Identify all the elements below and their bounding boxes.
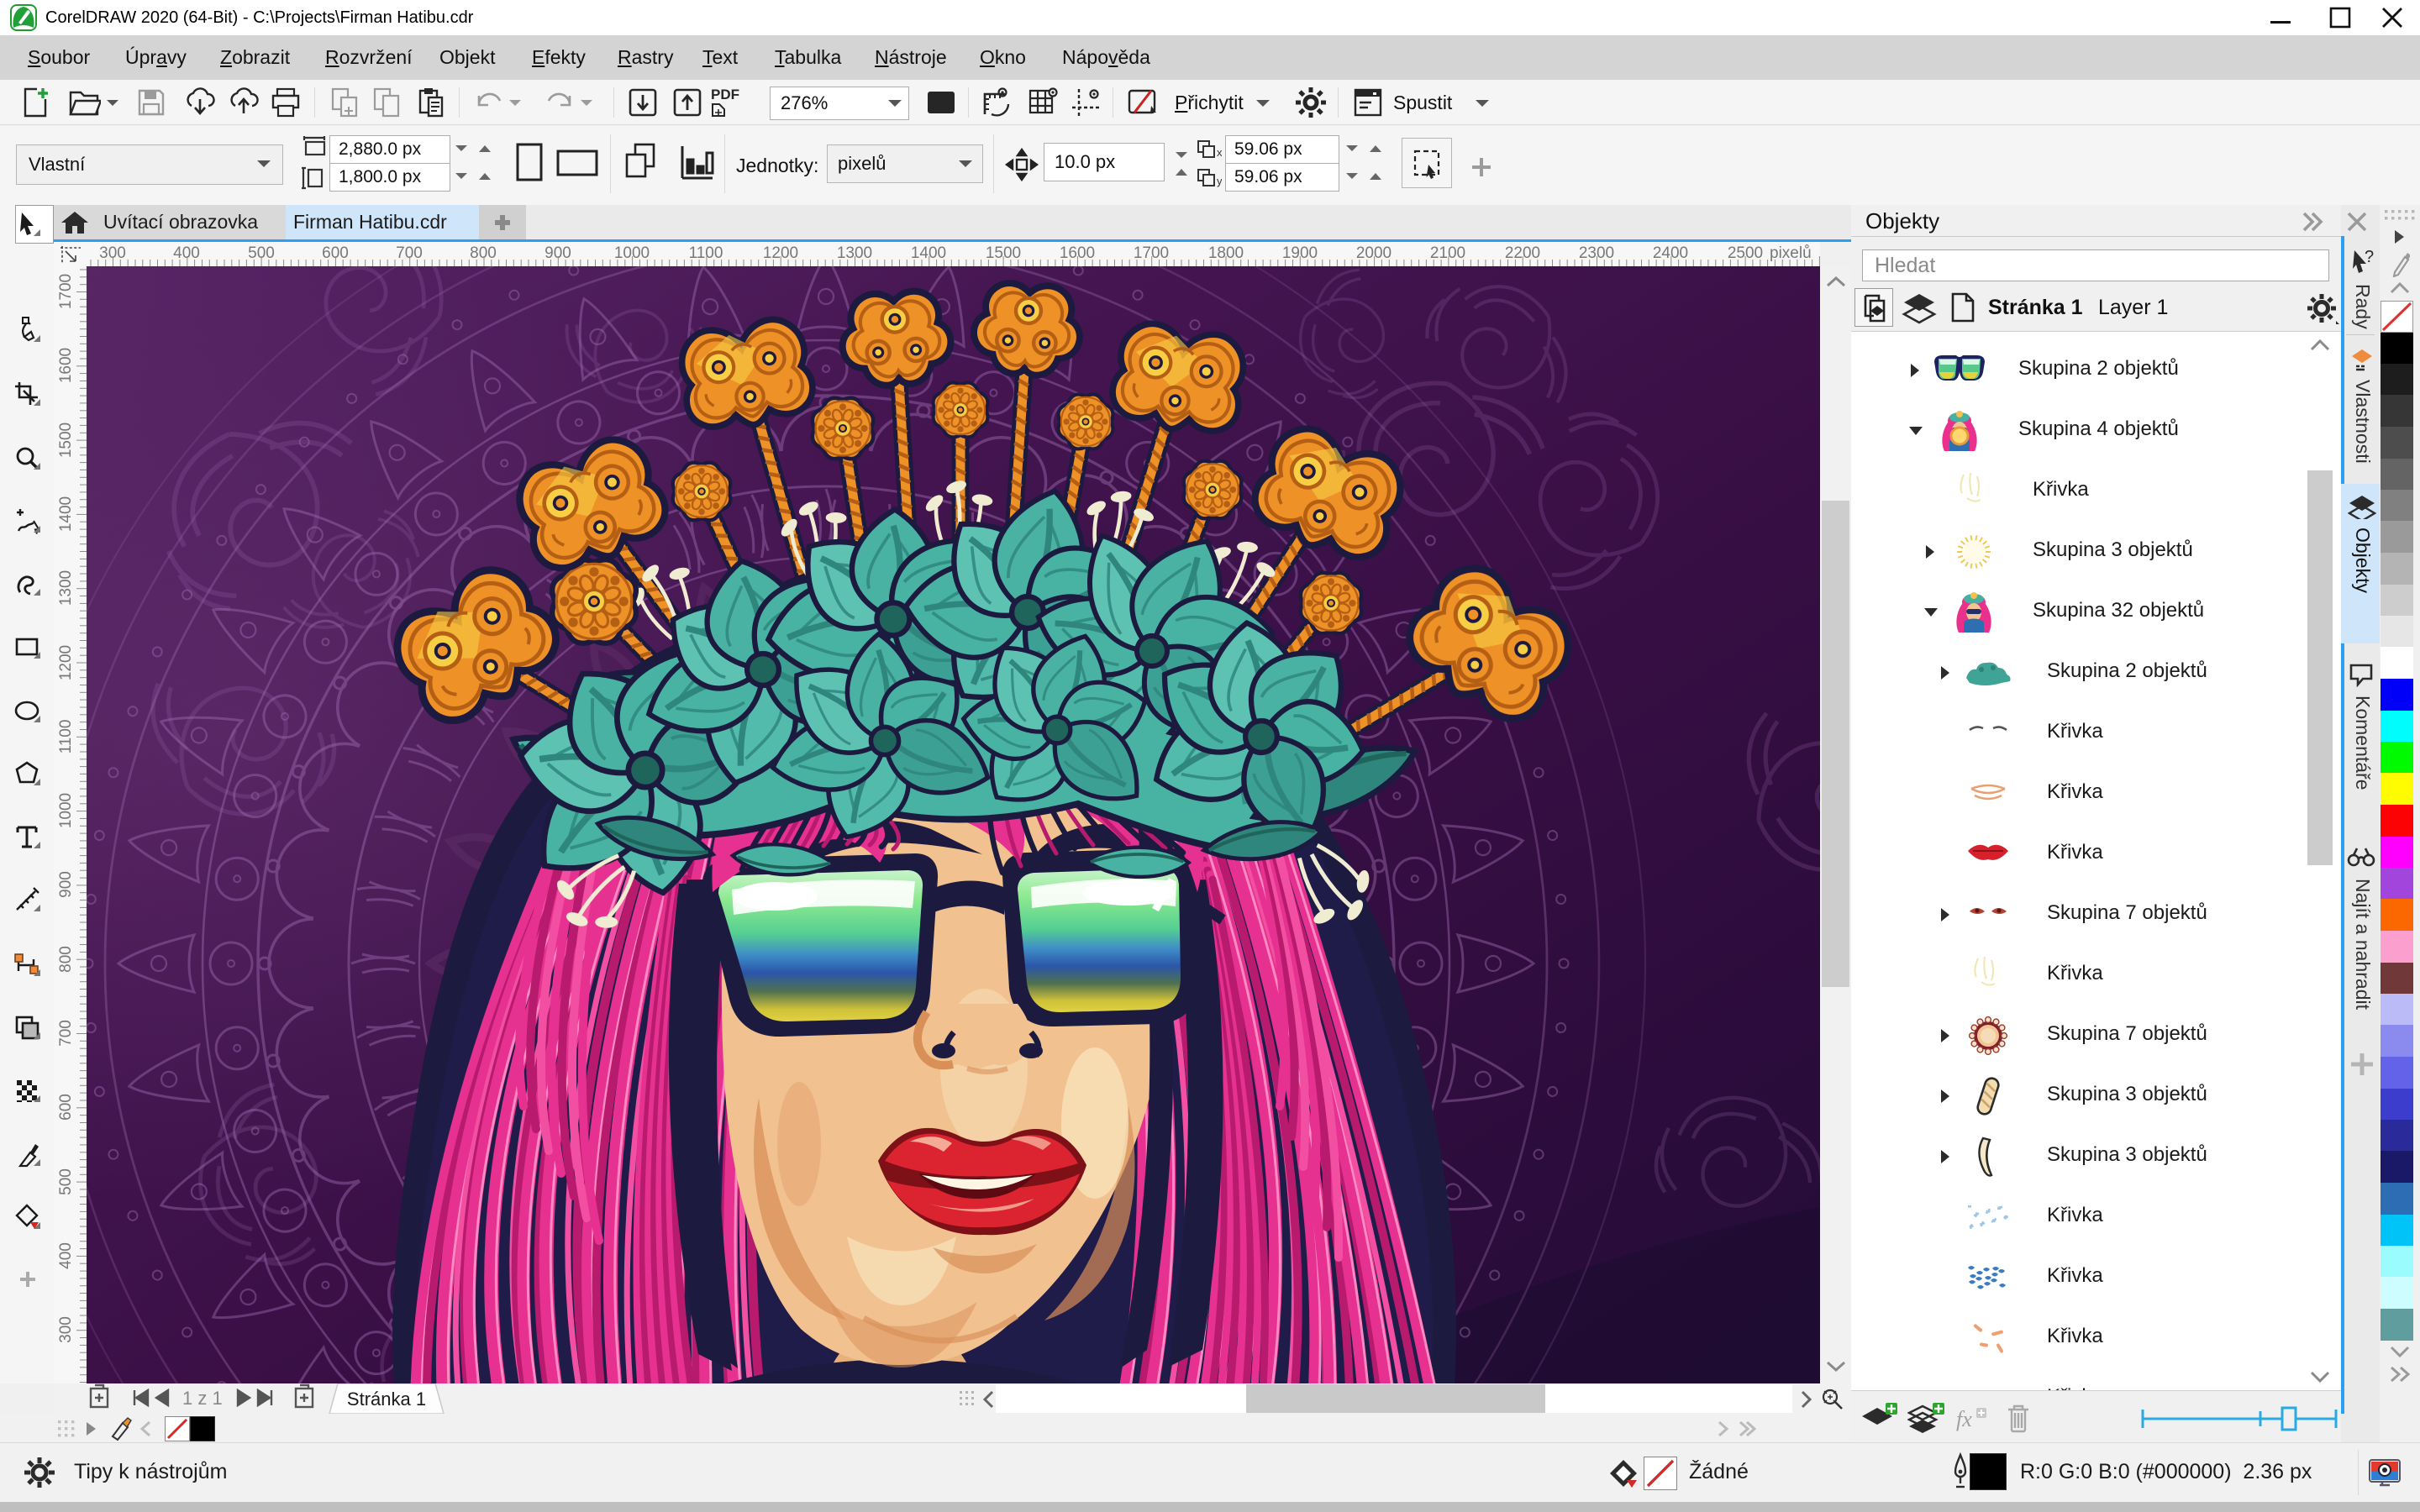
svg-text:y: y (1217, 175, 1222, 187)
svg-text:1400: 1400 (911, 244, 946, 262)
svg-text:1700: 1700 (57, 274, 75, 309)
svg-text:600: 600 (57, 1094, 75, 1121)
svg-text:2100: 2100 (1430, 244, 1465, 262)
svg-text:1000: 1000 (57, 793, 75, 828)
svg-text:300: 300 (57, 1316, 75, 1343)
svg-text:400: 400 (173, 244, 200, 262)
svg-text:1700: 1700 (1134, 244, 1169, 262)
svg-text:700: 700 (396, 244, 423, 262)
svg-text:1100: 1100 (689, 244, 723, 262)
svg-text:800: 800 (470, 244, 497, 262)
svg-text:1100: 1100 (57, 720, 75, 754)
svg-text:2000: 2000 (1356, 244, 1392, 262)
svg-text:2400: 2400 (1653, 244, 1688, 262)
svg-text:1200: 1200 (57, 645, 75, 680)
svg-text:400: 400 (57, 1242, 75, 1269)
svg-text:700: 700 (57, 1020, 75, 1047)
svg-text:fx: fx (1956, 1407, 1972, 1431)
svg-text:1400: 1400 (57, 496, 75, 532)
svg-text:1000: 1000 (614, 244, 650, 262)
svg-text:1600: 1600 (57, 348, 75, 383)
svg-text:?: ? (2365, 249, 2374, 266)
svg-text:1 z 1: 1 z 1 (182, 1388, 223, 1409)
svg-text:1300: 1300 (57, 570, 75, 606)
svg-text:900: 900 (57, 871, 75, 898)
svg-text:800: 800 (57, 946, 75, 973)
svg-text:x: x (1217, 146, 1222, 159)
svg-text:500: 500 (57, 1168, 75, 1195)
svg-text:Stránka 1: Stránka 1 (347, 1389, 426, 1410)
svg-text:pixelů: pixelů (1770, 244, 1812, 262)
svg-text:1500: 1500 (57, 423, 75, 458)
